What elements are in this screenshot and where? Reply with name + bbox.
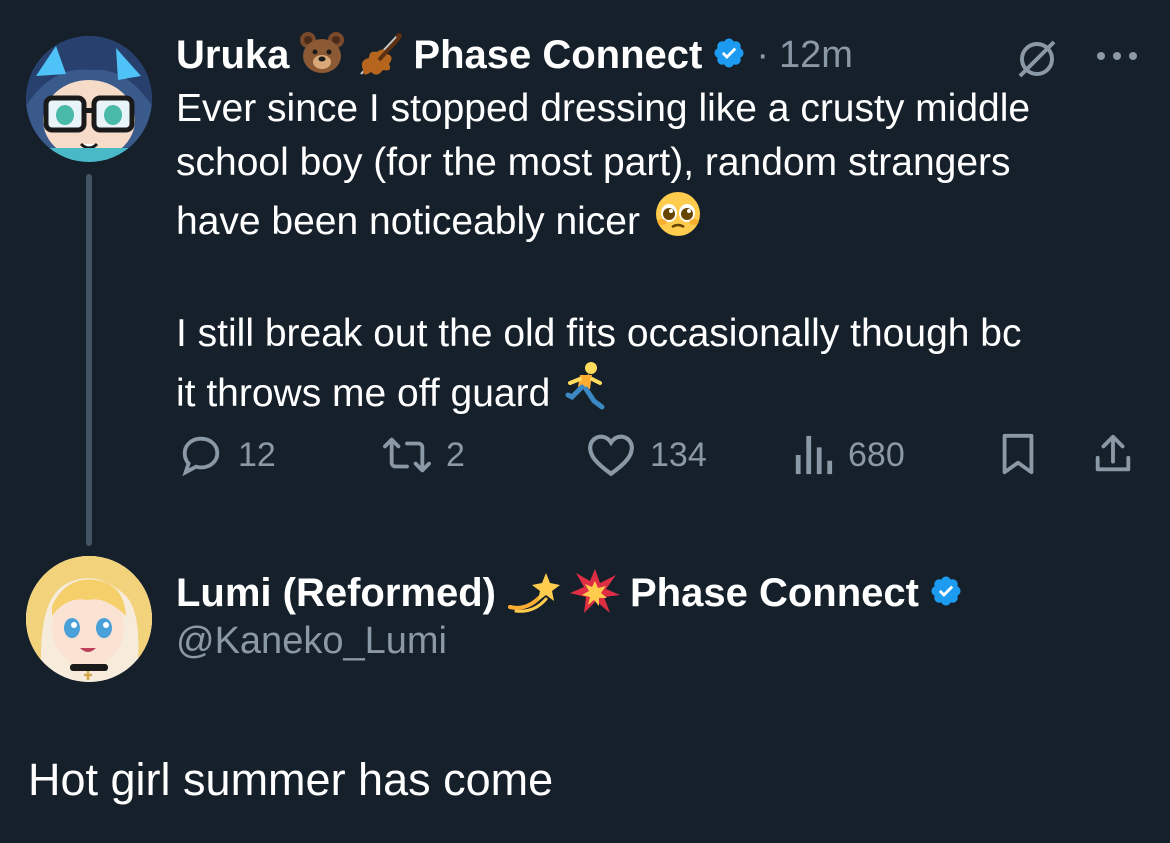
- verified-icon: [929, 574, 963, 613]
- like-icon: [588, 434, 634, 477]
- tweet-text-line: school boy (for the most part), random s…: [176, 141, 1011, 184]
- reply-author-name[interactable]: Lumi (Reformed): [176, 571, 496, 616]
- retweet-count: 2: [446, 435, 465, 474]
- reply-handle[interactable]: @Kaneko_Lumi: [176, 620, 447, 663]
- grok-icon[interactable]: [1014, 36, 1060, 87]
- author-affiliation: Phase Connect: [413, 32, 703, 77]
- tweet-time[interactable]: 12m: [779, 34, 853, 77]
- retweet-action[interactable]: 2: [382, 432, 465, 478]
- reply-text: Hot girl summer has come: [28, 754, 554, 805]
- pleading-face-emoji-icon: [654, 190, 702, 253]
- violin-emoji-icon: [355, 30, 403, 81]
- woman-running-emoji-icon: [564, 361, 608, 426]
- views-count: 680: [848, 435, 905, 474]
- author-name[interactable]: Uruka: [176, 33, 289, 78]
- collision-emoji-icon: [570, 567, 620, 620]
- tweet-text-line: have been noticeably nicer: [176, 190, 1156, 253]
- reply-count: 12: [238, 435, 276, 474]
- avatar-uruka[interactable]: [26, 36, 152, 162]
- tweet-header: Uruka Phase Connect · 12m: [176, 30, 853, 80]
- share-icon[interactable]: [1090, 430, 1136, 483]
- more-icon[interactable]: [1094, 46, 1140, 71]
- tweet-body: Ever since I stopped dressing like a cru…: [176, 82, 1156, 426]
- reply-icon: [182, 436, 220, 477]
- separator-dot: ·: [756, 33, 770, 76]
- like-action[interactable]: 134: [586, 432, 707, 478]
- thread-line: [86, 174, 92, 546]
- bookmark-icon[interactable]: [998, 432, 1038, 483]
- reply-affiliation: Phase Connect: [630, 570, 919, 615]
- reply-action[interactable]: 12: [178, 432, 276, 478]
- avatar-lumi[interactable]: [26, 556, 152, 682]
- views-icon: [795, 435, 833, 475]
- like-count: 134: [650, 435, 707, 474]
- views-action[interactable]: 680: [792, 432, 905, 478]
- bear-emoji-icon: [299, 30, 345, 81]
- tweet-text-line: I still break out the old fits occasiona…: [176, 312, 1022, 355]
- retweet-icon: [383, 437, 431, 473]
- tweet-text-line: it throws me off guard: [176, 361, 1156, 426]
- tweet-text-line: Ever since I stopped dressing like a cru…: [176, 87, 1031, 130]
- reply-header: Lumi (Reformed) Phase Connect: [176, 568, 963, 618]
- dizzy-emoji-icon: [506, 567, 560, 620]
- verified-icon: [712, 36, 746, 75]
